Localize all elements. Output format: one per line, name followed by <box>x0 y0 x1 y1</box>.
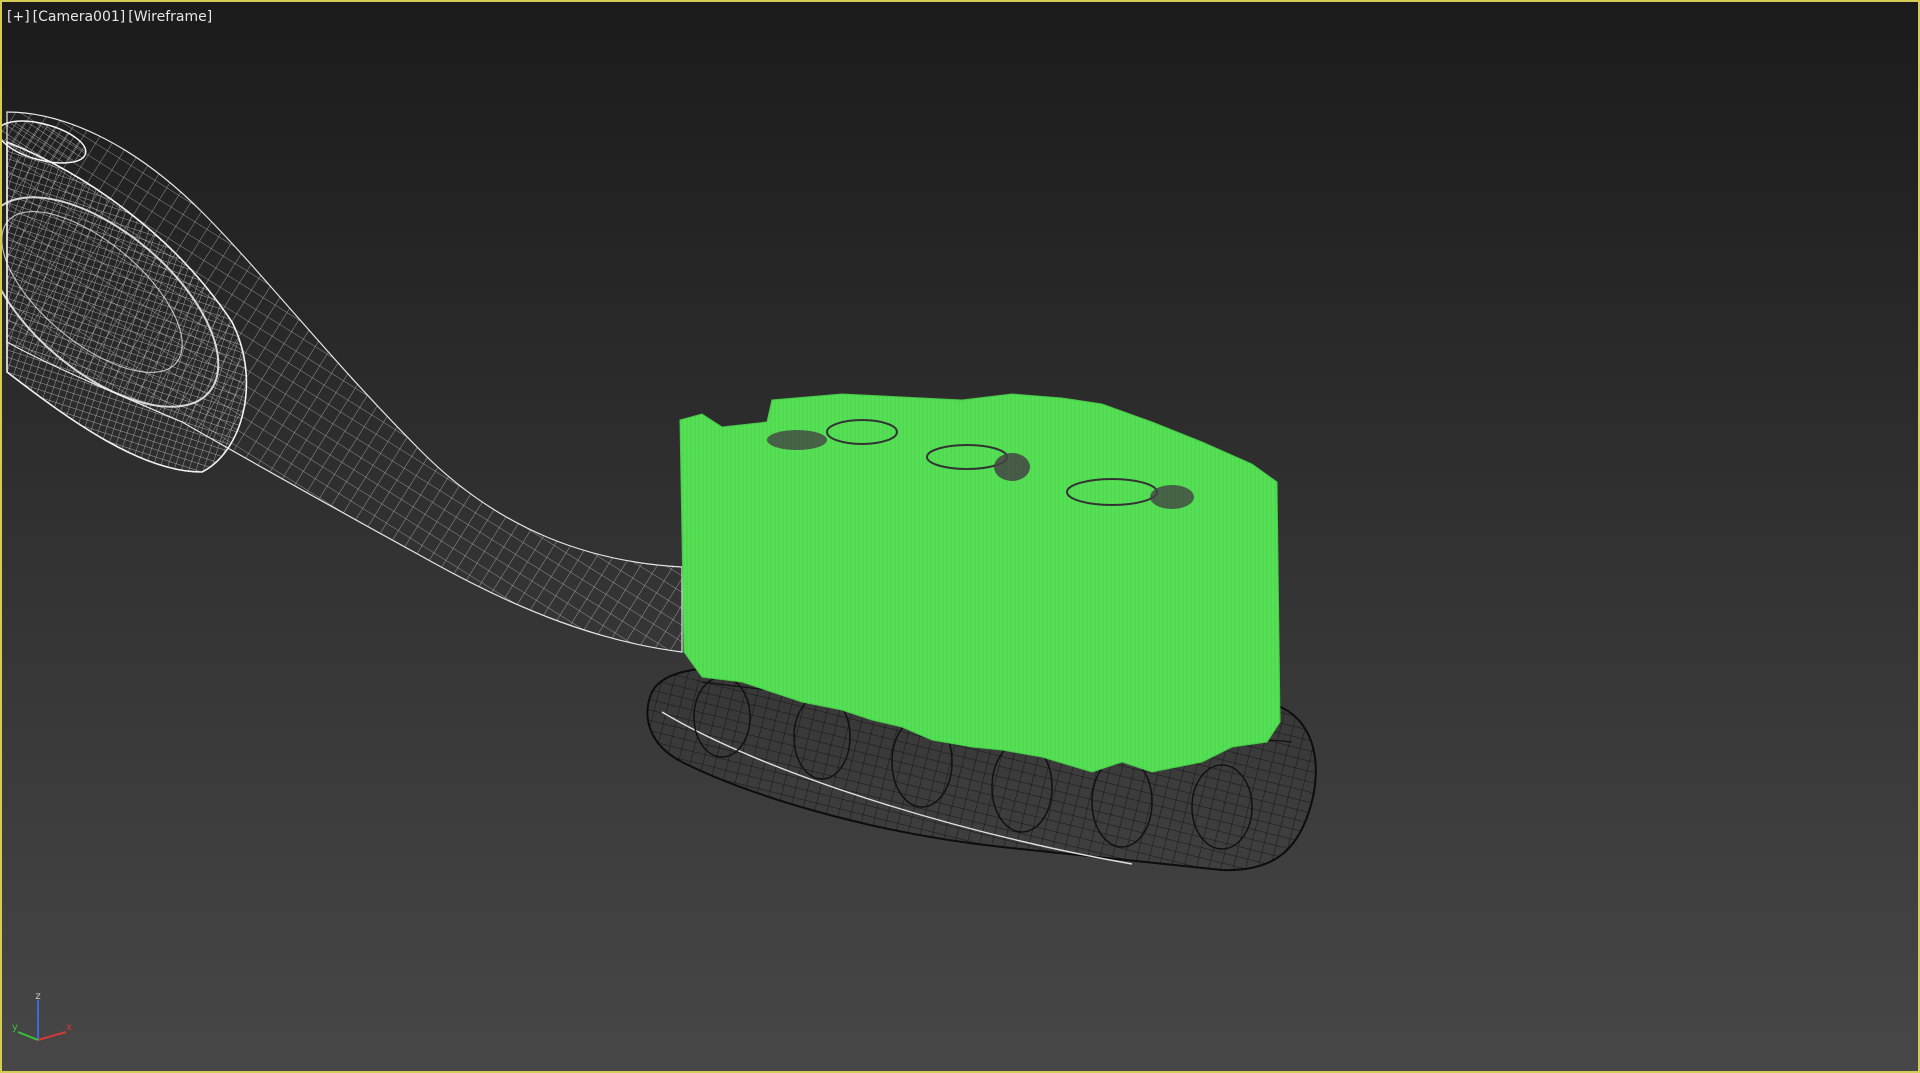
x-axis-label: x <box>66 1022 72 1033</box>
y-axis-label: y <box>12 1022 18 1033</box>
toothbrush-handle[interactable] <box>2 111 683 653</box>
axis-tripod-gizmo: z x y <box>12 992 72 1041</box>
scene-render[interactable] <box>2 2 1920 1073</box>
camera-viewport[interactable]: [+] [Camera001] [Wireframe] z x y <box>0 0 1920 1073</box>
z-axis-label: z <box>35 992 40 1002</box>
x-axis-line <box>37 1031 67 1041</box>
y-axis-line <box>17 1031 39 1041</box>
